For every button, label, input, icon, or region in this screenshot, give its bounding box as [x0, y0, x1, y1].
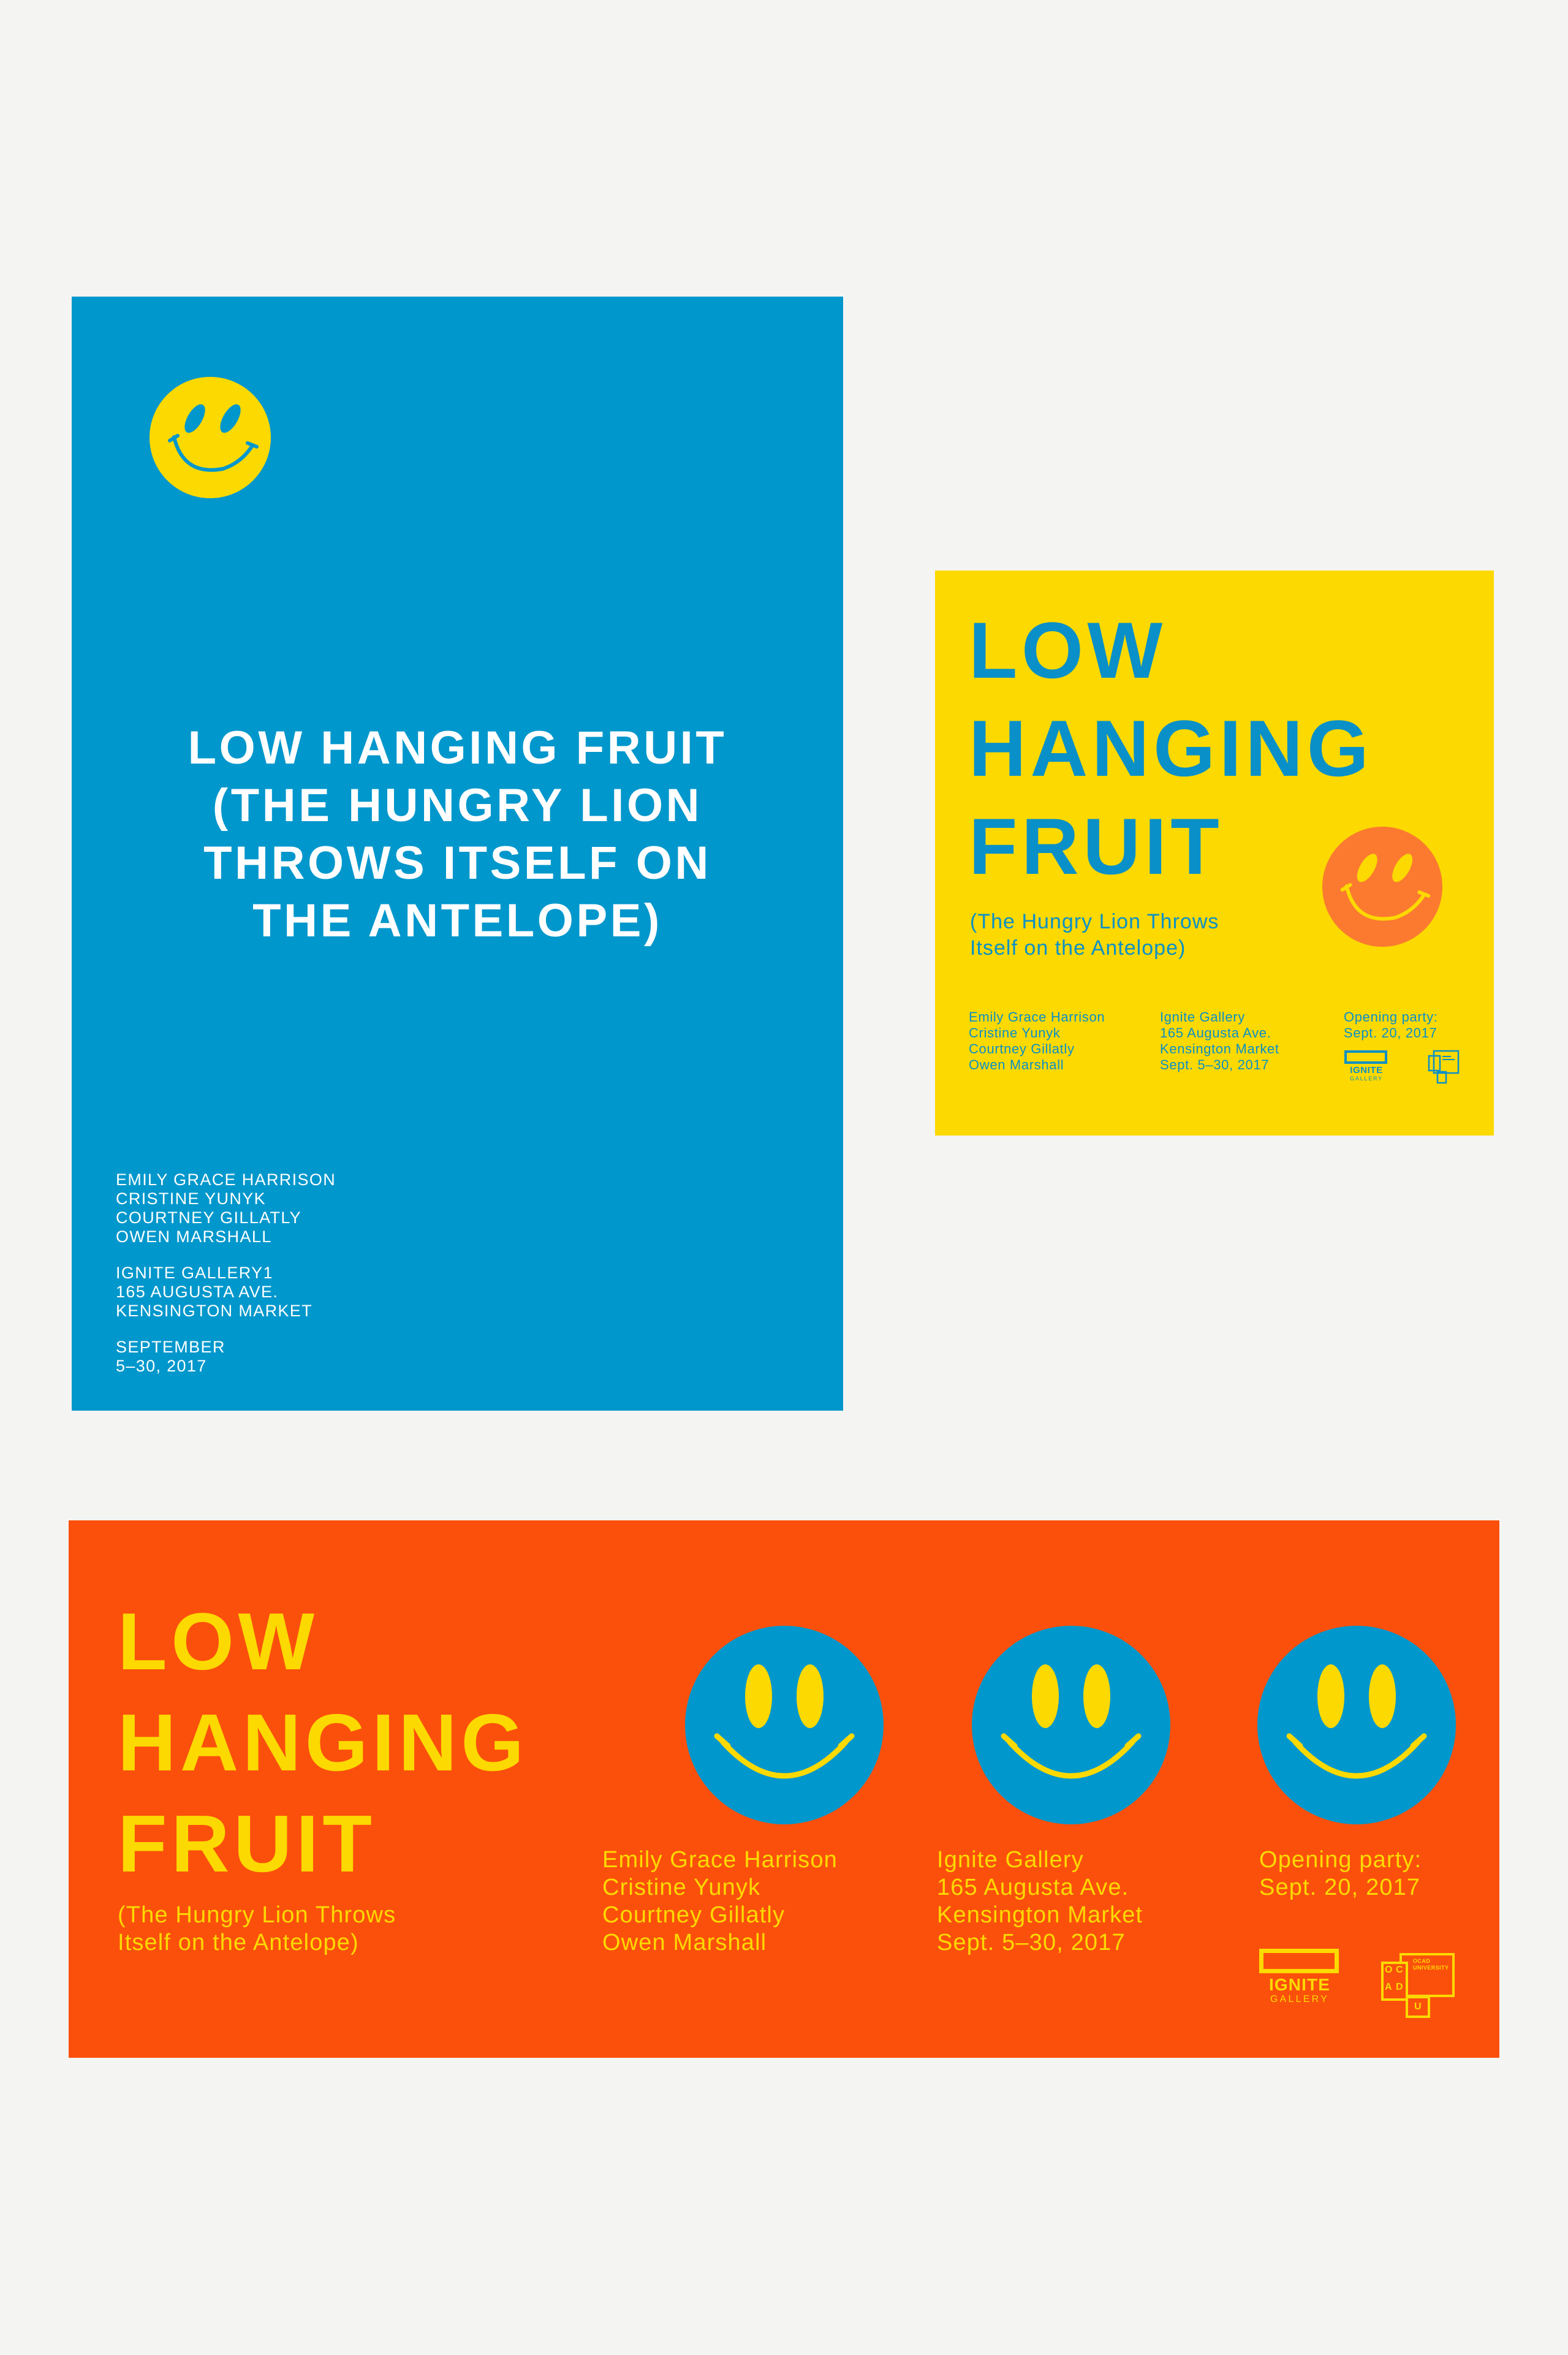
subtitle-line: (The Hungry Lion Throws [118, 1902, 396, 1928]
orange-poster: LOW HANGING FRUIT (The Hungry Lion Throw… [69, 1520, 1499, 2058]
date-line: 5–30, 2017 [116, 1357, 207, 1375]
artist-name: CRISTINE YUNYK [116, 1189, 266, 1208]
poster-subtitle: (The Hungry Lion Throws Itself on the An… [118, 1902, 396, 1957]
smiley-face-icon [972, 1626, 1170, 1824]
artist-name: EMILY GRACE HARRISON [116, 1170, 336, 1189]
subtitle-line: Itself on the Antelope) [970, 936, 1186, 960]
title-line: LOW [969, 605, 1167, 695]
artist-name: Cristine Yunyk [602, 1875, 761, 1900]
title-line: (THE HUNGRY LION [212, 779, 703, 832]
poster-title: LOW HANGING FRUIT (THE HUNGRY LION THROW… [72, 719, 843, 950]
venue-info: Ignite Gallery 165 Augusta Ave. Kensingt… [1160, 1009, 1279, 1073]
subtitle-line: (The Hungry Lion Throws [970, 910, 1219, 933]
opening-info: Opening party: Sept. 20, 2017 [1344, 1009, 1438, 1041]
logo-bar [1344, 1050, 1387, 1064]
opening-line: Sept. 20, 2017 [1344, 1025, 1437, 1041]
venue-line: Ignite Gallery [937, 1847, 1084, 1873]
poster-title: LOW HANGING FRUIT [118, 1591, 528, 1894]
logo-bar [1259, 1949, 1339, 1973]
blue-poster: LOW HANGING FRUIT (THE HUNGRY LION THROW… [72, 297, 843, 1411]
smiley-face-icon [150, 377, 271, 498]
title-line: THE ANTELOPE) [252, 895, 662, 947]
logo-name: IGNITE [1268, 1975, 1331, 1994]
artist-name: Cristine Yunyk [969, 1025, 1061, 1041]
logo-small-text: UNIVERSITY [1413, 1965, 1449, 1971]
title-line: HANGING [118, 1697, 528, 1788]
venue-line: Kensington Market [937, 1902, 1143, 1928]
title-line: FRUIT [118, 1799, 376, 1889]
venue-line: Ignite Gallery [1160, 1009, 1245, 1025]
venue-line: KENSINGTON MARKET [116, 1302, 312, 1320]
artist-name: COURTNEY GILLATLY [116, 1208, 302, 1227]
venue-info: Ignite Gallery 165 Augusta Ave. Kensingt… [937, 1846, 1143, 1957]
title-line: FRUIT [969, 802, 1224, 891]
ocad-university-logo [1428, 1050, 1460, 1084]
logo-letter: D [1396, 1982, 1403, 1992]
subtitle-line: Itself on the Antelope) [118, 1930, 359, 1955]
title-line: LOW [118, 1596, 319, 1686]
opening-line: Opening party: [1259, 1847, 1422, 1873]
smiley-face-icon [1322, 827, 1442, 947]
venue-line: IGNITE GALLERY1 [116, 1264, 273, 1282]
artist-name: Emily Grace Harrison [969, 1009, 1105, 1025]
poster-title: LOW HANGING FRUIT [969, 601, 1373, 895]
venue-line: Sept. 5–30, 2017 [937, 1930, 1126, 1955]
artist-name: Owen Marshall [969, 1057, 1064, 1072]
venue-line: Kensington Market [1160, 1041, 1279, 1056]
logo-subname: GALLERY [1350, 1075, 1383, 1082]
artist-list: Emily Grace Harrison Cristine Yunyk Cour… [969, 1009, 1105, 1073]
date-line: SEPTEMBER [116, 1338, 225, 1356]
artist-name: OWEN MARSHALL [116, 1227, 272, 1246]
artist-name: Owen Marshall [602, 1930, 767, 1955]
ignite-gallery-logo: IGNITE GALLERY [1259, 1949, 1340, 2005]
logo-letter: O [1385, 1965, 1393, 1975]
ocad-university-logo: O C A D U OCAD UNIVERSITY [1381, 1953, 1457, 2018]
title-line: THROWS ITSELF ON [203, 837, 711, 889]
title-line: HANGING [969, 703, 1373, 793]
artist-list: EMILY GRACE HARRISON CRISTINE YUNYK COUR… [116, 1170, 336, 1246]
opening-info: Opening party: Sept. 20, 2017 [1259, 1846, 1422, 1902]
smiley-face-icon [1257, 1626, 1456, 1824]
smiley-face-icon [685, 1626, 884, 1824]
opening-line: Opening party: [1344, 1009, 1438, 1025]
artist-list: Emily Grace Harrison Cristine Yunyk Cour… [602, 1846, 838, 1957]
logo-letter: U [1414, 2001, 1422, 2012]
venue-line: Sept. 5–30, 2017 [1160, 1057, 1270, 1072]
opening-line: Sept. 20, 2017 [1259, 1875, 1421, 1900]
logo-letter: C [1396, 1965, 1403, 1975]
logo-subname: GALLERY [1270, 1994, 1329, 2004]
yellow-poster: LOW HANGING FRUIT (The Hungry Lion Throw… [935, 571, 1494, 1136]
logo-small-text: OCAD [1413, 1958, 1431, 1964]
venue-info: IGNITE GALLERY1 165 AUGUSTA AVE. KENSING… [116, 1264, 312, 1321]
logo-name: IGNITE [1350, 1065, 1383, 1075]
artist-name: Emily Grace Harrison [602, 1847, 838, 1873]
title-line: LOW HANGING FRUIT [187, 722, 727, 774]
artist-name: Courtney Gillatly [969, 1041, 1075, 1056]
venue-line: 165 Augusta Ave. [937, 1875, 1129, 1900]
date-info: SEPTEMBER 5–30, 2017 [116, 1338, 225, 1376]
poster-subtitle: (The Hungry Lion Throws Itself on the An… [970, 909, 1219, 961]
ignite-gallery-logo: IGNITE GALLERY [1344, 1050, 1388, 1082]
venue-line: 165 Augusta Ave. [1160, 1025, 1271, 1041]
venue-line: 165 AUGUSTA AVE. [116, 1283, 279, 1301]
artist-name: Courtney Gillatly [602, 1902, 786, 1928]
logo-letter: A [1385, 1982, 1392, 1992]
